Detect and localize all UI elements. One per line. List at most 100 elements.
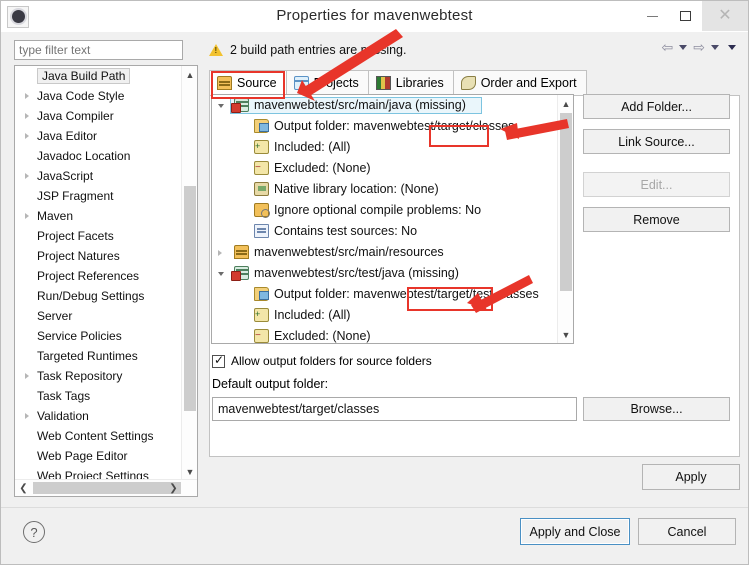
browse-button[interactable]: Browse... <box>583 397 730 421</box>
settings-tree[interactable]: Java Build Path Java Code Style Java Compi… <box>15 66 182 480</box>
tree-row-label: Excluded: (None) <box>274 161 371 175</box>
sidebar-vertical-scrollbar[interactable]: ▲ ▼ <box>181 66 197 480</box>
sidebar-item-task-repository[interactable]: Task Repository <box>15 366 182 386</box>
tree-row[interactable]: Contains test sources: No <box>212 221 558 242</box>
scroll-up-icon[interactable]: ▲ <box>558 95 573 112</box>
projects-icon <box>293 76 309 90</box>
tree-row[interactable]: mavenwebtest/src/main/resources <box>212 242 558 263</box>
sidebar-item-java-build-path[interactable]: Java Build Path <box>15 66 182 86</box>
sidebar-item-service-policies[interactable]: Service Policies <box>15 326 182 346</box>
tree-row[interactable]: mavenwebtest/src/main/java (missing) <box>212 95 558 116</box>
scroll-thumb-h[interactable] <box>33 482 181 494</box>
remove-button[interactable]: Remove <box>583 207 730 232</box>
source-folders-tree[interactable]: mavenwebtest/src/main/java (missing) Outp… <box>212 95 558 343</box>
expand-chevron-icon[interactable] <box>25 413 29 419</box>
tree-vertical-scrollbar[interactable]: ▲ ▼ <box>557 95 573 343</box>
tree-row[interactable]: Output folder: mavenwebtest/target/test-… <box>212 284 558 305</box>
sidebar-item-project-natures[interactable]: Project Natures <box>15 246 182 266</box>
view-menu-chevron-down-icon[interactable] <box>728 44 736 50</box>
included-icon <box>254 304 269 325</box>
sidebar-item-targeted-runtimes[interactable]: Targeted Runtimes <box>15 346 182 366</box>
sidebar-item-web-content-settings[interactable]: Web Content Settings <box>15 426 182 446</box>
expand-chevron-icon[interactable] <box>25 373 29 379</box>
scroll-left-icon[interactable]: ❮ <box>15 480 32 496</box>
expand-chevron-icon[interactable] <box>25 173 29 179</box>
sidebar-item-label: Java Compiler <box>37 109 114 123</box>
expand-chevron-icon[interactable] <box>25 213 29 219</box>
tab-source[interactable]: Source <box>209 70 287 95</box>
sidebar-item-java-code-style[interactable]: Java Code Style <box>15 86 182 106</box>
sidebar-item-run-debug-settings[interactable]: Run/Debug Settings <box>15 286 182 306</box>
scroll-right-icon[interactable]: ❯ <box>165 480 182 496</box>
tab-label: Source <box>237 76 277 90</box>
forward-menu-chevron-down-icon[interactable] <box>711 44 719 50</box>
scroll-down-icon[interactable]: ▼ <box>182 463 197 480</box>
sidebar-item-web-page-editor[interactable]: Web Page Editor <box>15 446 182 466</box>
filter-input[interactable] <box>14 40 183 60</box>
tab-order-and-export[interactable]: Order and Export <box>452 70 587 95</box>
sidebar-item-label: Javadoc Location <box>37 149 131 163</box>
tab-projects[interactable]: Projects <box>285 70 369 95</box>
excluded-icon <box>254 157 269 178</box>
sidebar-item-java-compiler[interactable]: Java Compiler <box>15 106 182 126</box>
apply-and-close-button[interactable]: Apply and Close <box>520 518 630 545</box>
sidebar-item-label: Java Build Path <box>37 68 131 84</box>
sidebar-horizontal-scrollbar[interactable]: ❮ ❯ <box>15 479 197 496</box>
back-menu-chevron-down-icon[interactable] <box>679 44 688 50</box>
add-folder-button[interactable]: Add Folder... <box>583 94 730 119</box>
tree-row[interactable]: Excluded: (None) <box>212 157 558 179</box>
sidebar-item-task-tags[interactable]: Task Tags <box>15 386 182 406</box>
tab-bar: Source Projects Libraries Order and Export <box>209 69 587 95</box>
sidebar-item-maven[interactable]: Maven <box>15 206 182 226</box>
sidebar-item-label: Service Policies <box>37 329 122 343</box>
settings-tree-panel: Java Build Path Java Code Style Java Compi… <box>14 65 198 497</box>
cancel-button[interactable]: Cancel <box>638 518 736 545</box>
scroll-thumb[interactable] <box>560 113 572 291</box>
scroll-down-icon[interactable]: ▼ <box>558 326 573 343</box>
sidebar-item-project-references[interactable]: Project References <box>15 266 182 286</box>
close-button[interactable]: ✕ <box>702 1 748 31</box>
scroll-up-icon[interactable]: ▲ <box>182 66 197 83</box>
warning-row: 2 build path entries are missing. <box>209 38 406 62</box>
tree-row[interactable]: Included: (All) <box>212 136 558 158</box>
apply-button[interactable]: Apply <box>642 464 740 490</box>
tree-row[interactable]: Output folder: mavenwebtest/target/class… <box>212 116 558 137</box>
sidebar-item-web-project-settings[interactable]: Web Project Settings <box>15 466 182 480</box>
sidebar-item-label: Validation <box>37 409 89 423</box>
back-arrow-icon[interactable]: ⇦ <box>662 40 674 54</box>
scroll-thumb[interactable] <box>184 186 196 411</box>
help-icon[interactable]: ? <box>23 521 45 543</box>
package-root-error-icon <box>231 266 249 281</box>
tree-row[interactable]: Included: (All) <box>212 304 558 326</box>
link-source-button[interactable]: Link Source... <box>583 129 730 154</box>
sidebar-item-javadoc-location[interactable]: Javadoc Location <box>15 146 182 166</box>
expand-triangle-icon[interactable] <box>218 250 222 256</box>
sidebar-item-javascript[interactable]: JavaScript <box>15 166 182 186</box>
sidebar-item-java-editor[interactable]: Java Editor <box>15 126 182 146</box>
expand-chevron-icon[interactable] <box>25 113 29 119</box>
expand-chevron-icon[interactable] <box>25 133 29 139</box>
sidebar-item-server[interactable]: Server <box>15 306 182 326</box>
sidebar-item-project-facets[interactable]: Project Facets <box>15 226 182 246</box>
sidebar-item-label: JavaScript <box>37 169 94 183</box>
forward-arrow-icon[interactable]: ⇨ <box>693 40 705 54</box>
collapse-triangle-icon[interactable] <box>218 104 224 108</box>
window-title: Properties for mavenwebtest <box>276 7 473 24</box>
sidebar-item-label: Java Editor <box>37 129 98 143</box>
tree-row[interactable]: Native library location: (None) <box>212 179 558 200</box>
sidebar-item-validation[interactable]: Validation <box>15 406 182 426</box>
default-output-folder-input[interactable] <box>212 397 577 421</box>
tab-libraries[interactable]: Libraries <box>367 70 454 95</box>
expand-chevron-icon[interactable] <box>25 93 29 99</box>
tree-row[interactable]: mavenwebtest/src/test/java (missing) <box>212 263 558 284</box>
sidebar-item-jsp-fragment[interactable]: JSP Fragment <box>15 186 182 206</box>
tree-row[interactable]: Ignore optional compile problems: No <box>212 200 558 221</box>
minimize-button[interactable] <box>637 1 668 31</box>
tree-row[interactable]: Excluded: (None) <box>212 325 558 343</box>
allow-output-folders-row[interactable]: Allow output folders for source folders <box>212 353 432 368</box>
maximize-button[interactable] <box>670 1 701 31</box>
collapse-triangle-icon[interactable] <box>218 272 224 276</box>
allow-output-folders-checkbox[interactable] <box>212 353 225 368</box>
sidebar-item-label: JSP Fragment <box>37 189 114 203</box>
sidebar-item-label: Maven <box>37 209 74 223</box>
